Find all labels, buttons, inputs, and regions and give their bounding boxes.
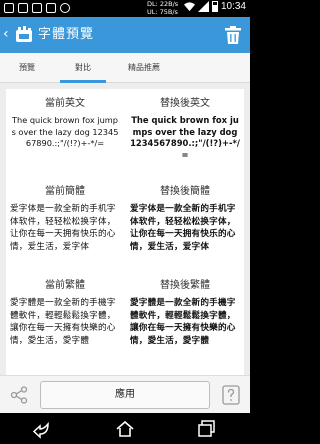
page-title: 字體預覽	[38, 27, 95, 42]
wifi-icon	[183, 2, 195, 12]
share-icon[interactable]	[10, 386, 28, 404]
clock: 10:34	[220, 1, 246, 12]
replaced-english-sample: The quick brown fox jumps over the lazy …	[130, 115, 240, 160]
replaced-simplified-cell: 替換後簡體 爱字体是一款全新的手机字体软件，轻轻松松换字体，让你在每一天拥有快乐…	[130, 185, 240, 253]
replaced-english-cell: 替換後英文 The quick brown fox jumps over the…	[130, 97, 240, 161]
app-logo-icon[interactable]	[14, 25, 34, 45]
current-english-heading: 當前英文	[45, 98, 85, 109]
android-notification-icon	[60, 3, 70, 13]
tab-preview[interactable]: 預覽	[0, 53, 54, 83]
calendar-notification-icon	[32, 3, 42, 13]
tab-bar: 預覽 對比 精品推薦	[0, 53, 250, 83]
upload-speed: UL: 75B/s	[147, 8, 178, 16]
system-nav-bar	[0, 413, 250, 444]
signal-icon	[197, 1, 209, 12]
current-simplified-cell: 當前簡體 爱字体是一款全新的手机字体软件，轻轻松松换字体，让你在每一天拥有快乐的…	[10, 185, 120, 253]
current-simplified-sample: 爱字体是一款全新的手机字体软件，轻轻松松换字体，让你在每一天拥有快乐的心情，爱生…	[10, 204, 116, 252]
nav-home-icon[interactable]	[115, 419, 135, 439]
current-simplified-heading: 當前簡體	[45, 186, 85, 197]
comparison-panel[interactable]: 當前英文 The quick brown fox jumps over the …	[0, 83, 250, 375]
tab-compare[interactable]: 對比	[54, 53, 112, 83]
replaced-english-heading: 替換後英文	[160, 98, 210, 109]
current-traditional-sample: 愛字體是一款全新的手機字體軟件，輕輕鬆鬆換字體，讓你在每一天擁有快樂的心情，愛生…	[10, 298, 116, 346]
replaced-simplified-sample: 爱字体是一款全新的手机字体软件，轻轻松松换字体，让你在每一天拥有快乐的心情，爱生…	[130, 204, 236, 252]
notification-icons	[4, 3, 70, 13]
replaced-traditional-cell: 替換後繁體 愛字體是一款全新的手機字體軟件，輕輕鬆鬆換字體，讓你在每一天擁有快樂…	[130, 279, 240, 347]
help-icon[interactable]	[220, 384, 242, 406]
battery-icon	[211, 1, 218, 12]
network-speed: DL: 22B/s UL: 75B/s	[147, 0, 178, 16]
app-bar: ‹ 字體預覽	[0, 17, 250, 53]
current-english-sample: The quick brown fox jumps over the lazy …	[11, 115, 119, 148]
apply-button[interactable]: 應用	[40, 381, 210, 409]
app-notification-icon	[4, 3, 14, 13]
trash-icon[interactable]	[224, 25, 242, 45]
comparison-card: 當前英文 The quick brown fox jumps over the …	[6, 89, 244, 375]
status-bar: DL: 22B/s UL: 75B/s 10:34	[0, 0, 250, 17]
nav-recents-icon[interactable]	[197, 419, 217, 439]
tab-recommended[interactable]: 精品推薦	[112, 53, 176, 83]
current-traditional-cell: 當前繁體 愛字體是一款全新的手機字體軟件，輕輕鬆鬆換字體，讓你在每一天擁有快樂的…	[10, 279, 120, 347]
back-chevron-icon[interactable]: ‹	[3, 27, 9, 41]
mail-notification-icon	[46, 3, 56, 13]
bottom-action-bar: 應用	[0, 375, 250, 413]
replaced-traditional-heading: 替換後繁體	[160, 280, 210, 291]
nav-back-icon[interactable]	[32, 419, 52, 439]
download-speed: DL: 22B/s	[147, 0, 179, 8]
current-traditional-heading: 當前繁體	[45, 280, 85, 291]
replaced-simplified-heading: 替換後簡體	[160, 186, 210, 197]
current-english-cell: 當前英文 The quick brown fox jumps over the …	[10, 97, 120, 150]
gallery-notification-icon	[18, 3, 28, 13]
replaced-traditional-sample: 愛字體是一款全新的手機字體軟件，輕輕鬆鬆換字體，讓你在每一天擁有快樂的心情，愛生…	[130, 298, 236, 346]
